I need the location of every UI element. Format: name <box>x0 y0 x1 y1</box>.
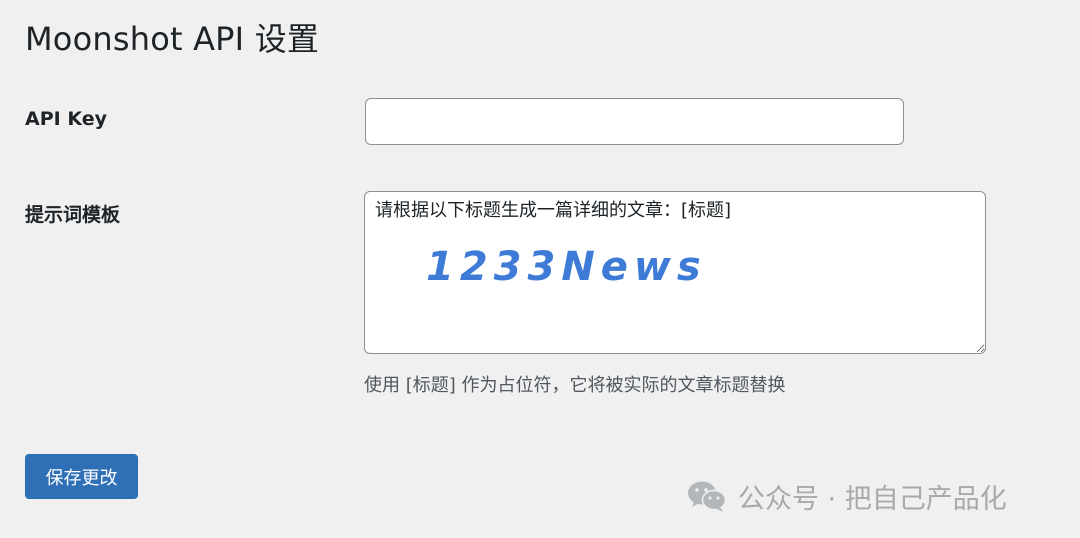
save-changes-button[interactable]: 保存更改 <box>25 454 138 499</box>
wechat-watermark-text: 公众号 · 把自己产品化 <box>738 483 1007 515</box>
api-key-input[interactable] <box>365 98 904 145</box>
prompt-template-help-text: 使用 [标题] 作为占位符，它将被实际的文章标题替换 <box>364 375 786 396</box>
prompt-template-textarea[interactable]: 请根据以下标题生成一篇详细的文章：[标题] <box>364 191 986 354</box>
wechat-icon <box>688 481 727 512</box>
api-key-label: API Key <box>25 108 107 130</box>
page-title: Moonshot API 设置 <box>25 20 320 58</box>
prompt-template-label: 提示词模板 <box>25 204 121 226</box>
wechat-watermark: 公众号 · 把自己产品化 <box>686 476 1007 516</box>
